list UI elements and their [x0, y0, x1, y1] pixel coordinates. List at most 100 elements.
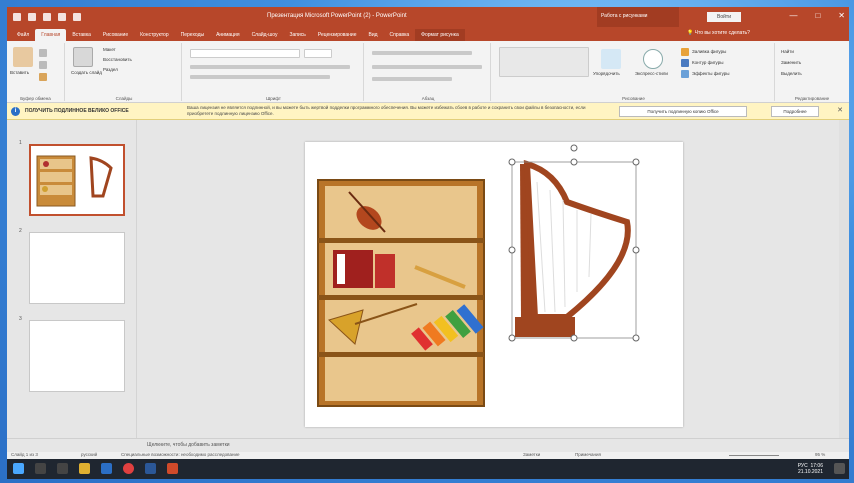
ribbon: Вставить Буфер обмена Создать слайд Маке…	[7, 41, 849, 103]
notes-placeholder: Щелкните, чтобы добавить заметки	[147, 442, 230, 448]
arrange-button[interactable]: Упорядочить	[593, 71, 620, 76]
shapes-gallery[interactable]	[499, 47, 589, 77]
signin-button[interactable]: Войти	[707, 12, 741, 22]
windows-taskbar: РУС 17:06 21.10.2021	[7, 459, 849, 479]
notice-title: ПОЛУЧИТЬ ПОДЛИННОЕ ВЕЛИКО OFFICE	[25, 108, 129, 114]
quick-styles-icon[interactable]	[643, 49, 663, 69]
group-editing: Найти Заменить Выделить Редактирование	[777, 43, 847, 101]
accessibility-status[interactable]: Специальные возможности: необходимо расс…	[121, 452, 239, 457]
paste-icon[interactable]	[13, 47, 33, 67]
zoom-level[interactable]: 95 %	[815, 452, 825, 457]
chrome-icon[interactable]	[123, 463, 134, 474]
list-buttons[interactable]	[372, 51, 472, 55]
copy-icon[interactable]	[39, 61, 47, 69]
notes-button[interactable]: Заметки	[523, 452, 540, 457]
select-button[interactable]: Выделить	[781, 71, 802, 76]
minimize-button[interactable]: —	[789, 11, 797, 20]
close-button[interactable]: ✕	[838, 11, 845, 20]
slide-thumbnail-3[interactable]	[29, 320, 125, 392]
format-painter-icon[interactable]	[39, 73, 47, 81]
save-icon[interactable]	[13, 13, 21, 21]
slideshow-icon[interactable]	[58, 13, 66, 21]
notes-pane[interactable]: Щелкните, чтобы добавить заметки	[7, 438, 849, 452]
paste-button[interactable]: Вставить	[10, 70, 29, 75]
slide-content	[317, 144, 640, 407]
tab-animations[interactable]: Анимация	[210, 29, 245, 41]
tab-record[interactable]: Запись	[283, 29, 311, 41]
tab-review[interactable]: Рецензирование	[312, 29, 363, 41]
tab-slideshow[interactable]: Слайд-шоу	[246, 29, 284, 41]
language-indicator[interactable]: русский	[81, 452, 97, 457]
font-name-dropdown[interactable]	[190, 49, 300, 58]
harp-image[interactable]	[515, 159, 631, 337]
main-area: 1 2 3	[7, 120, 849, 438]
spacing-buttons[interactable]	[372, 77, 452, 81]
edge-icon[interactable]	[101, 463, 112, 474]
new-slide-button[interactable]: Создать слайд	[71, 70, 102, 75]
undo-icon[interactable]	[28, 13, 36, 21]
align-buttons[interactable]	[372, 65, 482, 69]
customize-icon[interactable]	[73, 13, 81, 21]
word-icon[interactable]	[145, 463, 156, 474]
search-icon[interactable]	[35, 463, 46, 474]
notice-text: Ваша лицензия не является подлинной, и в…	[187, 105, 586, 116]
shape-effects-button[interactable]: Эффекты фигуры	[692, 71, 730, 76]
slide-thumbnail-1[interactable]	[29, 144, 125, 216]
tab-view[interactable]: Вид	[363, 29, 384, 41]
comments-button[interactable]: Примечания	[575, 452, 601, 457]
shape-outline-button[interactable]: Контур фигуры	[692, 60, 723, 65]
rotate-handle-icon[interactable]	[570, 144, 578, 152]
quick-styles-button[interactable]: Экспресс-стили	[635, 71, 668, 76]
tab-home[interactable]: Главная	[35, 29, 67, 41]
windows-start-icon[interactable]	[13, 463, 24, 474]
notifications-icon[interactable]	[834, 463, 845, 474]
cut-icon[interactable]	[39, 49, 47, 57]
tab-picture-format[interactable]: Формат рисунка	[415, 29, 465, 41]
redo-icon[interactable]	[43, 13, 51, 21]
arrange-icon[interactable]	[601, 49, 621, 69]
system-tray[interactable]: РУС 17:06 21.10.2021	[798, 463, 823, 475]
powerpoint-icon[interactable]	[167, 463, 178, 474]
replace-button[interactable]: Заменить	[781, 60, 801, 65]
quick-access-toolbar	[7, 13, 81, 21]
bookshelf-image[interactable]	[317, 179, 485, 407]
group-slides: Создать слайд Макет Восстановить Раздел …	[67, 43, 182, 101]
maximize-button[interactable]: □	[815, 11, 820, 20]
tab-file[interactable]: Файл	[11, 29, 35, 41]
shape-fill-button[interactable]: Заливка фигуры	[692, 49, 726, 54]
reset-button[interactable]: Восстановить	[103, 57, 132, 62]
tab-draw[interactable]: Рисование	[97, 29, 134, 41]
font-color-buttons[interactable]	[190, 75, 330, 79]
thumbnail-preview	[36, 155, 113, 207]
find-button[interactable]: Найти	[781, 49, 794, 54]
ribbon-tabs: Файл Главная Вставка Рисование Конструкт…	[7, 27, 849, 41]
tell-me-search[interactable]: 💡 Что вы хотите сделать?	[687, 30, 750, 36]
section-button[interactable]: Раздел	[103, 67, 118, 72]
tab-insert[interactable]: Вставка	[66, 29, 97, 41]
license-notice-bar: i ПОЛУЧИТЬ ПОДЛИННОЕ ВЕЛИКО OFFICE Ваша …	[7, 103, 849, 120]
slide-canvas[interactable]	[305, 142, 683, 427]
group-paragraph: Абзац	[366, 43, 491, 101]
new-slide-icon[interactable]	[73, 47, 93, 67]
file-explorer-icon[interactable]	[79, 463, 90, 474]
zoom-slider[interactable]	[729, 455, 779, 456]
layout-button[interactable]: Макет	[103, 47, 116, 52]
vertical-scrollbar[interactable]	[839, 120, 849, 438]
font-format-buttons[interactable]	[190, 65, 350, 69]
powerpoint-window: Презентация Microsoft PowerPoint (2) - P…	[7, 7, 849, 459]
status-bar: Слайд 1 из 3 русский Специальные возможн…	[7, 452, 849, 459]
tab-transitions[interactable]: Переходы	[175, 29, 210, 41]
group-label-editing: Редактирование	[794, 96, 830, 101]
accordion-image[interactable]	[333, 250, 395, 288]
tab-design[interactable]: Конструктор	[134, 29, 175, 41]
slide-number: 1	[19, 140, 22, 146]
learn-more-button[interactable]: Подробнее	[771, 106, 819, 117]
get-genuine-button[interactable]: Получить подлинную копию Office	[619, 106, 747, 117]
tab-help[interactable]: Справка	[384, 29, 416, 41]
font-size-dropdown[interactable]	[304, 49, 332, 58]
close-icon[interactable]: ✕	[837, 106, 843, 114]
effects-icon	[681, 70, 689, 78]
slide-thumbnail-2[interactable]	[29, 232, 125, 304]
task-view-icon[interactable]	[57, 463, 68, 474]
group-drawing: Упорядочить Экспресс-стили Заливка фигур…	[493, 43, 775, 101]
